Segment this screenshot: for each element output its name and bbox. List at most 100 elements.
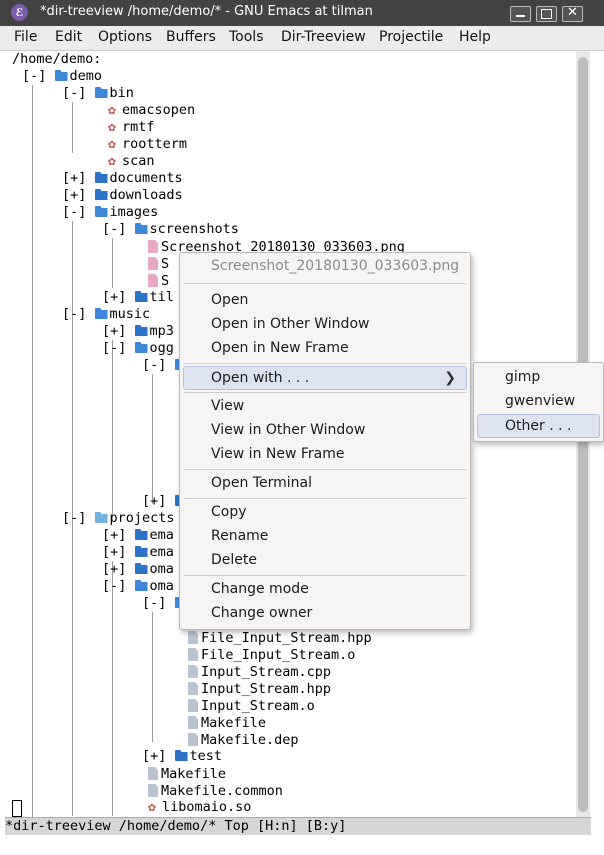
- tree-row[interactable]: ✿ scan: [108, 153, 155, 170]
- tree-row[interactable]: [-] projects: [62, 510, 175, 527]
- file-icon: [188, 682, 198, 695]
- maximize-button[interactable]: [536, 6, 557, 22]
- folder-open-icon: [134, 223, 148, 234]
- menu-item-change-owner[interactable]: Change owner: [180, 602, 470, 624]
- menu-help[interactable]: Help: [459, 29, 491, 45]
- tree-row[interactable]: Makefile.dep: [188, 731, 299, 748]
- folder-open-icon: [94, 87, 108, 98]
- close-button[interactable]: ✕: [562, 5, 583, 22]
- menu-tools[interactable]: Tools: [229, 29, 264, 45]
- menu-item-rename[interactable]: Rename: [180, 525, 470, 547]
- tree-row[interactable]: [+] oma: [102, 561, 174, 578]
- tree-row[interactable]: ✿ emacsopen: [108, 102, 195, 119]
- executable-icon: ✿: [148, 800, 156, 815]
- tree-row[interactable]: File_Input_Stream.hpp: [188, 629, 372, 646]
- context-menu-header: Screenshot_20180130_033603.png: [211, 258, 460, 274]
- executable-icon: ✿: [108, 103, 116, 118]
- image-file-icon: [148, 240, 158, 253]
- tree-row[interactable]: [-] music: [62, 306, 150, 323]
- menu-bar: File Edit Options Buffers Tools Dir-Tree…: [0, 26, 604, 51]
- menu-item-open-other-window[interactable]: Open in Other Window: [180, 313, 470, 335]
- folder-icon: [134, 291, 148, 302]
- tree-row[interactable]: [+] ema: [102, 527, 174, 544]
- menu-buffers[interactable]: Buffers: [166, 29, 216, 45]
- menu-dir-treeview[interactable]: Dir-Treeview: [281, 29, 366, 45]
- executable-icon: ✿: [108, 120, 116, 135]
- folder-icon: [134, 546, 148, 557]
- mode-line: *dir-treeview /home/demo/* Top [H:n] [B:…: [5, 817, 591, 835]
- tree-row[interactable]: S: [148, 272, 169, 289]
- submenu-item-gimp[interactable]: gimp: [474, 366, 603, 388]
- tree-row[interactable]: [-] ogg: [102, 340, 174, 357]
- project-folder-icon: [94, 512, 108, 523]
- window-title: *dir-treeview /home/demo/* - GNU Emacs a…: [40, 4, 373, 19]
- emacs-logo-icon: ℰ: [11, 4, 28, 21]
- tree-row[interactable]: [+] til: [102, 289, 174, 306]
- menu-item-open-new-frame[interactable]: Open in New Frame: [180, 337, 470, 359]
- menu-item-change-mode[interactable]: Change mode: [180, 578, 470, 600]
- folder-icon: [134, 325, 148, 336]
- menu-item-open[interactable]: Open: [180, 289, 470, 311]
- tree-row[interactable]: [-] images: [62, 204, 158, 221]
- file-icon: [188, 733, 198, 746]
- submenu-item-gwenview[interactable]: gwenview: [474, 390, 603, 412]
- tree-row[interactable]: ✿ libomaio.so: [148, 799, 251, 816]
- text-cursor: [12, 800, 22, 817]
- tree-row[interactable]: File_Input_Stream.o: [188, 646, 355, 663]
- menu-item-copy[interactable]: Copy: [180, 501, 470, 523]
- tree-row[interactable]: S: [148, 255, 169, 272]
- tree-row[interactable]: Input_Stream.o: [188, 697, 315, 714]
- menu-options[interactable]: Options: [98, 29, 152, 45]
- image-file-icon: [148, 274, 158, 287]
- file-icon: [188, 716, 198, 729]
- menu-edit[interactable]: Edit: [55, 29, 82, 45]
- file-icon: [188, 699, 198, 712]
- tree-root-path: /home/demo:: [12, 51, 102, 67]
- tree-row[interactable]: ✿ rmtf: [108, 119, 155, 136]
- tree-row[interactable]: Input_Stream.cpp: [188, 663, 331, 680]
- folder-open-icon: [134, 342, 148, 353]
- tree-row[interactable]: [-] bin: [62, 85, 134, 102]
- tree-row[interactable]: Makefile: [188, 714, 266, 731]
- tree-row[interactable]: [+] ema: [102, 544, 174, 561]
- menu-item-open-with[interactable]: Open with . . . ❯: [180, 367, 470, 389]
- menu-item-open-terminal[interactable]: Open Terminal: [180, 472, 470, 494]
- tree-row[interactable]: [+] mp3: [102, 323, 174, 340]
- folder-open-icon: [94, 206, 108, 217]
- file-icon: [188, 631, 198, 644]
- file-icon: [148, 767, 158, 780]
- tree-row[interactable]: [-] screenshots: [102, 221, 239, 238]
- tree-row[interactable]: [-] oma: [102, 578, 174, 595]
- executable-icon: ✿: [108, 154, 116, 169]
- folder-icon: [94, 189, 108, 200]
- file-icon: [148, 784, 158, 797]
- folder-open-icon: [134, 580, 148, 591]
- folder-open-icon: [94, 308, 108, 319]
- folder-icon: [134, 529, 148, 540]
- menu-item-delete[interactable]: Delete: [180, 549, 470, 571]
- menu-item-view-new-frame[interactable]: View in New Frame: [180, 443, 470, 465]
- menu-file[interactable]: File: [14, 29, 37, 45]
- context-menu: Screenshot_20180130_033603.png Open Open…: [179, 252, 471, 630]
- tree-row[interactable]: [-] demo: [22, 68, 102, 85]
- tree-row[interactable]: [+] downloads: [62, 187, 183, 204]
- menu-item-view[interactable]: View: [180, 395, 470, 417]
- minimize-button[interactable]: [510, 6, 531, 22]
- file-icon: [188, 665, 198, 678]
- menu-projectile[interactable]: Projectile: [379, 29, 443, 45]
- image-file-icon: [148, 257, 158, 270]
- tree-row[interactable]: Input_Stream.hpp: [188, 680, 331, 697]
- tree-row[interactable]: ✿ rootterm: [108, 136, 187, 153]
- file-icon: [188, 648, 198, 661]
- tree-row[interactable]: [+] test: [142, 748, 222, 765]
- folder-icon: [134, 563, 148, 574]
- tree-row[interactable]: Makefile.common: [148, 782, 283, 799]
- tree-row[interactable]: Makefile: [148, 765, 226, 782]
- folder-open-icon: [54, 70, 68, 81]
- folder-icon: [174, 750, 188, 761]
- submenu-item-other[interactable]: Other . . .: [474, 415, 603, 437]
- folder-icon: [94, 172, 108, 183]
- chevron-right-icon: ❯: [444, 370, 456, 386]
- tree-row[interactable]: [+] documents: [62, 170, 183, 187]
- menu-item-view-other-window[interactable]: View in Other Window: [180, 419, 470, 441]
